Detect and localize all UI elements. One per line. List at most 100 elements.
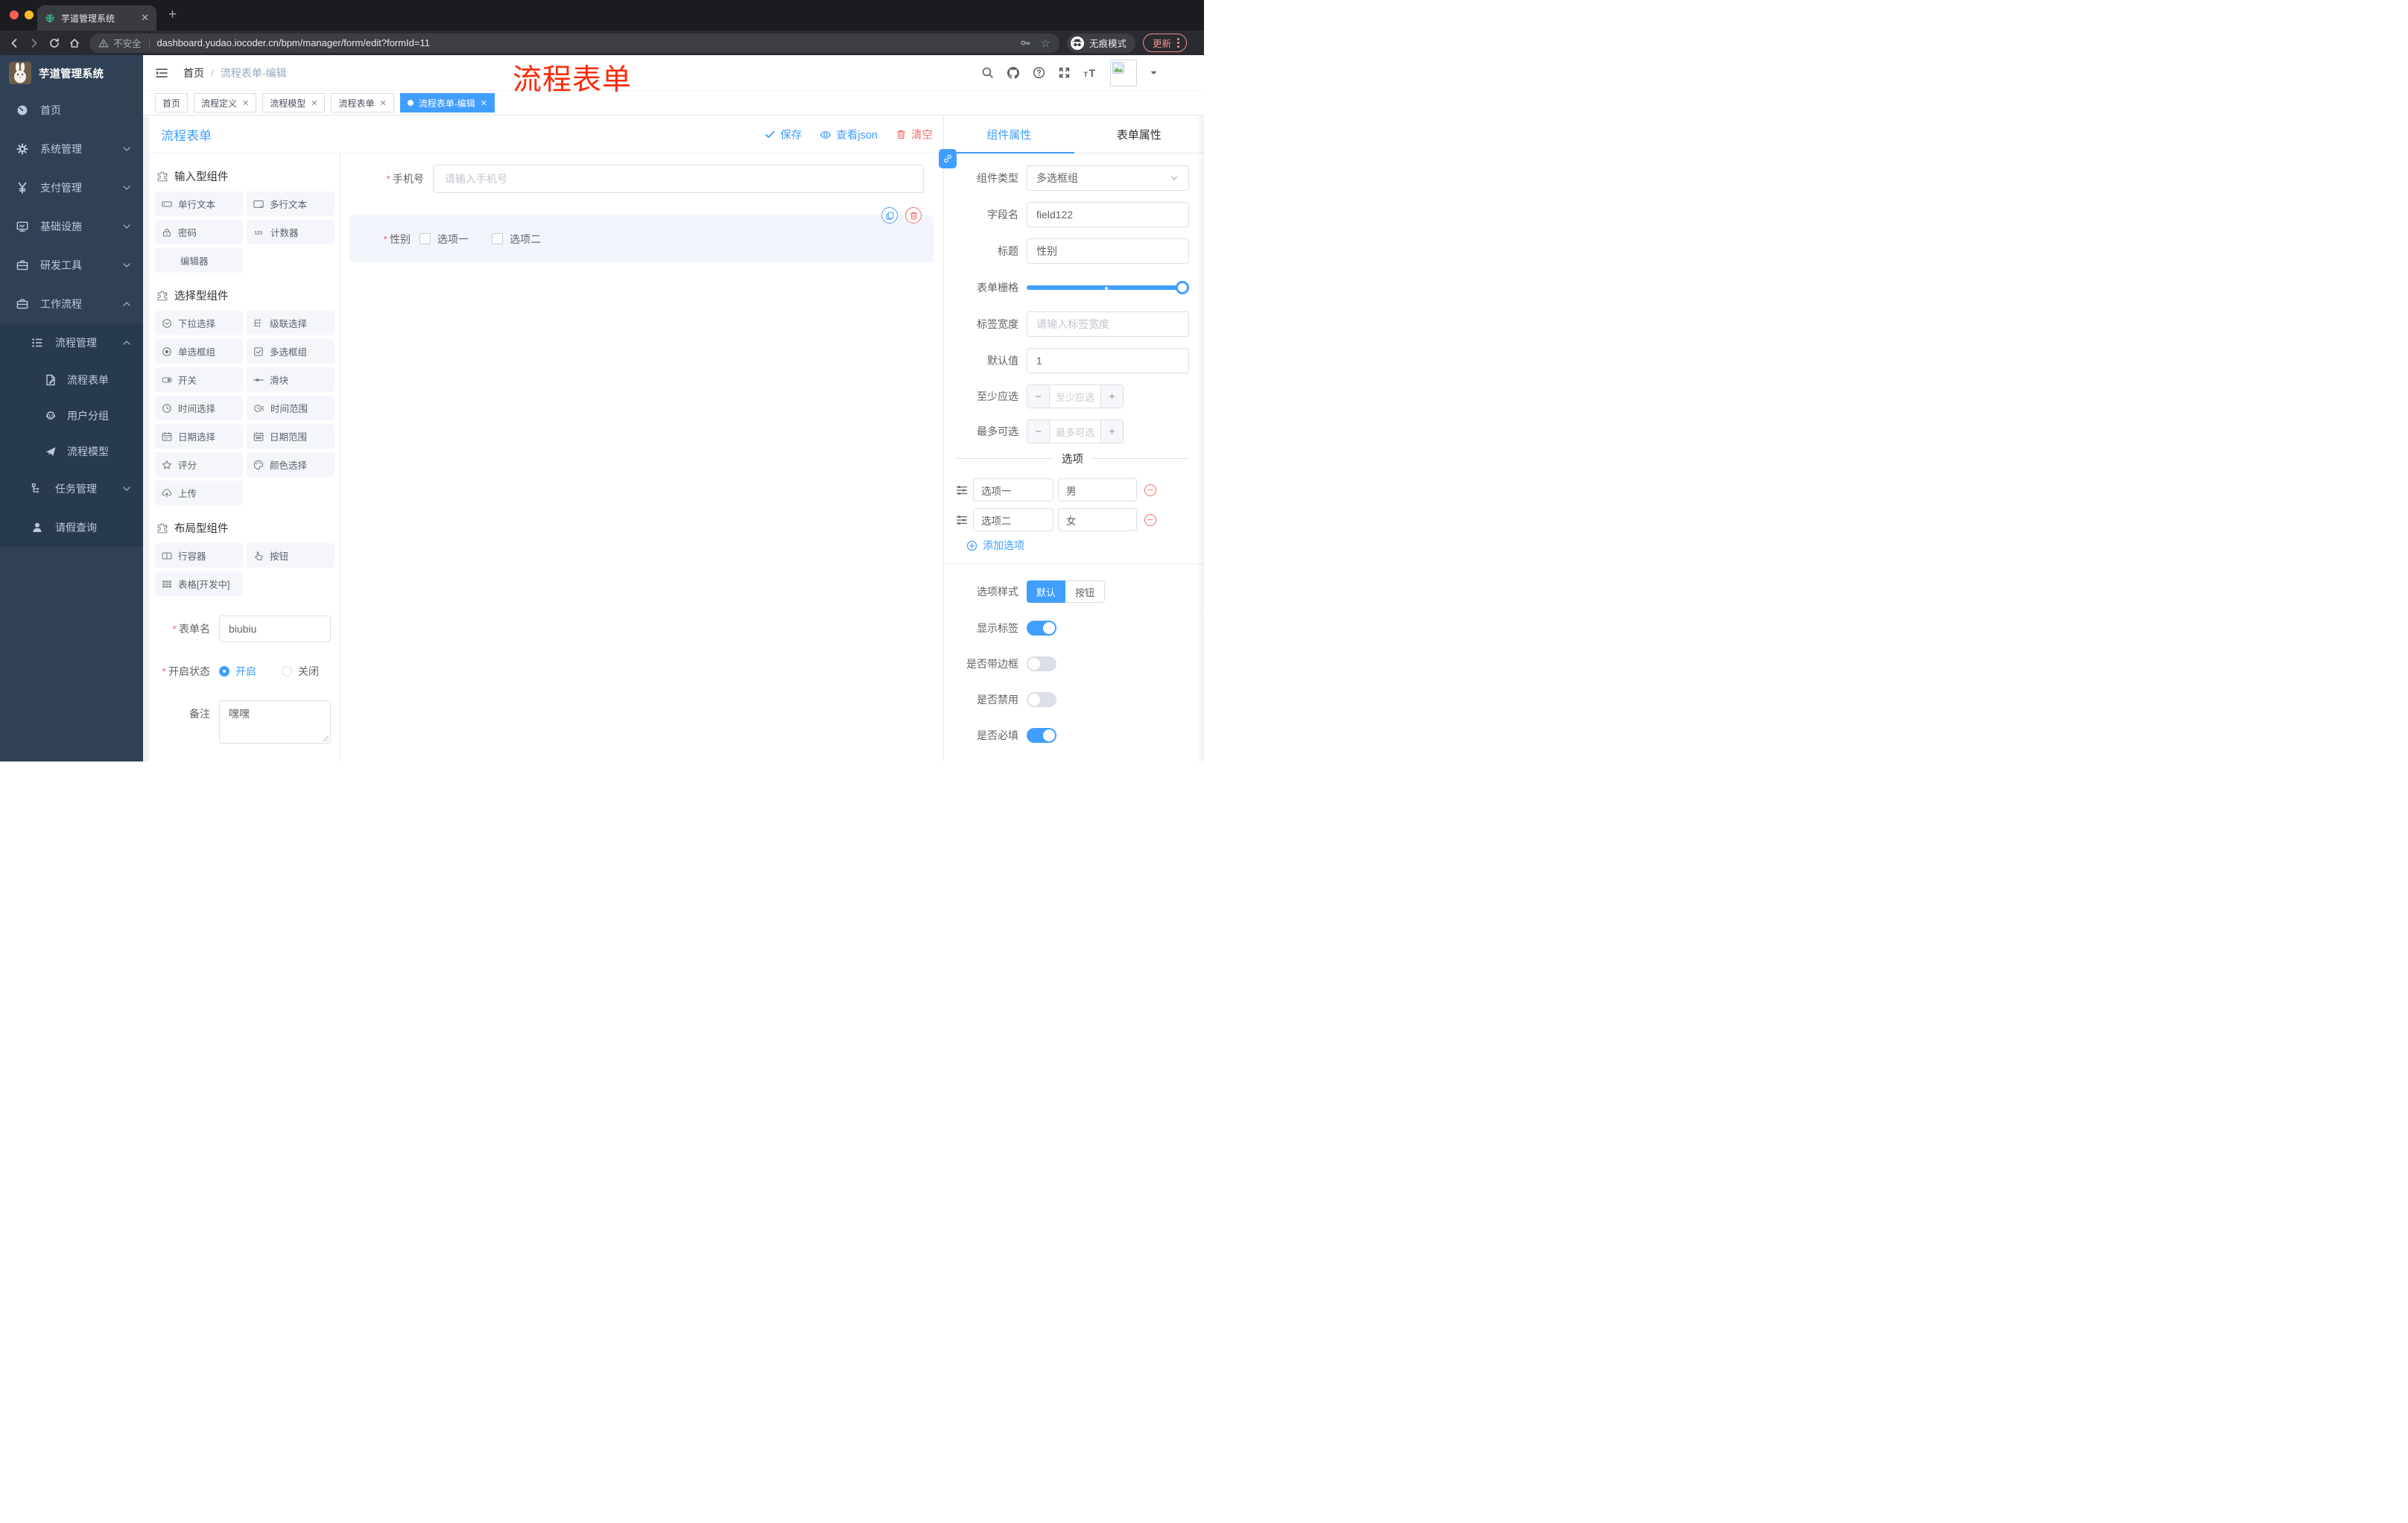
palette-item-password[interactable]: 密码 (155, 220, 243, 244)
sidebar-item-process-form[interactable]: 流程表单 (0, 362, 143, 398)
add-option-button[interactable]: 添加选项 (966, 538, 1189, 553)
radio-off-icon[interactable] (282, 666, 292, 677)
radio-on-icon[interactable] (219, 666, 229, 677)
gender-option-2[interactable]: 选项二 (492, 232, 541, 247)
tag-process-definition[interactable]: 流程定义 ✕ (194, 93, 257, 113)
sidebar-item-devtools[interactable]: 研发工具 (0, 246, 143, 285)
field-name-input[interactable]: field122 (1027, 202, 1189, 227)
back-icon[interactable] (8, 37, 20, 49)
tab-close-icon[interactable]: ✕ (141, 12, 149, 24)
min-select-stepper[interactable]: − 至少应选 + (1027, 384, 1124, 408)
max-select-stepper[interactable]: − 最多可选 + (1027, 419, 1124, 443)
canvas-field-phone[interactable]: * 手机号 请输入手机号 (363, 165, 924, 193)
form-name-input[interactable]: biubiu (219, 615, 331, 642)
palette-item-rate[interactable]: 评分 (155, 452, 243, 477)
tag-home[interactable]: 首页 (155, 93, 188, 113)
help-icon[interactable] (1033, 66, 1045, 79)
palette-item-button[interactable]: 按钮 (247, 543, 335, 568)
form-grid-slider[interactable] (1027, 275, 1189, 300)
palette-item-radio-group[interactable]: 单选框组 (155, 339, 243, 364)
minus-icon[interactable]: − (1027, 420, 1049, 443)
palette-item-date-range[interactable]: 日期范围 (247, 424, 335, 449)
browser-menu-icon[interactable] (1177, 38, 1180, 48)
disabled-toggle[interactable] (1027, 692, 1056, 707)
close-icon[interactable]: ✕ (380, 98, 387, 108)
palette-item-counter[interactable]: 计数器 (247, 220, 335, 244)
show-label-toggle[interactable] (1027, 621, 1056, 636)
home-icon[interactable] (69, 37, 80, 49)
palette-item-color[interactable]: 颜色选择 (247, 452, 335, 477)
palette-item-slider[interactable]: 滑块 (247, 367, 335, 392)
required-toggle[interactable] (1027, 728, 1056, 743)
sidebar-item-system[interactable]: 系统管理 (0, 130, 143, 168)
view-json-button[interactable]: 查看json (820, 127, 878, 142)
palette-item-table[interactable]: 表格[开发中] (155, 571, 243, 596)
canvas-field-gender-selected[interactable]: * 性别 选项一 选项二 (349, 207, 934, 262)
drag-handle-icon[interactable] (956, 514, 968, 526)
minus-icon[interactable]: − (1027, 385, 1049, 408)
reload-icon[interactable] (48, 37, 60, 49)
palette-item-select[interactable]: 下拉选择 (155, 311, 243, 335)
palette-item-time-range[interactable]: 时间范围 (247, 396, 335, 420)
component-type-select[interactable]: 多选框组 (1027, 165, 1189, 191)
font-size-icon[interactable] (1083, 67, 1097, 79)
sidebar-item-infra[interactable]: 基础设施 (0, 207, 143, 246)
sidebar-item-process-mgmt[interactable]: 流程管理 (0, 323, 143, 362)
plus-icon[interactable]: + (1101, 420, 1123, 443)
checkbox-icon[interactable] (492, 233, 503, 244)
tag-process-form-edit[interactable]: 流程表单-编辑 ✕ (399, 93, 495, 113)
tag-process-form[interactable]: 流程表单 ✕ (331, 93, 394, 113)
password-key-icon[interactable] (1020, 37, 1031, 48)
option-label-input[interactable]: 选项一 (973, 478, 1054, 501)
minimize-window-button[interactable] (25, 10, 34, 19)
palette-item-row-container[interactable]: 行容器 (155, 543, 243, 568)
phone-input[interactable]: 请输入手机号 (433, 165, 924, 193)
address-bar[interactable]: 不安全 dashboard.yudao.iocoder.cn/bpm/manag… (89, 33, 1059, 53)
tab-form-props[interactable]: 表单属性 (1074, 116, 1205, 153)
external-link-tab[interactable] (939, 149, 957, 168)
sidebar-item-leave-query[interactable]: 请假查询 (0, 508, 143, 547)
close-icon[interactable]: ✕ (311, 98, 317, 108)
label-width-input[interactable]: 请输入标签宽度 (1027, 311, 1189, 337)
forward-icon[interactable] (28, 37, 40, 49)
border-toggle[interactable] (1027, 656, 1056, 671)
caret-down-icon[interactable] (1150, 70, 1158, 76)
sidebar-item-task-mgmt[interactable]: 任务管理 (0, 469, 143, 508)
remove-option-button[interactable]: − (1144, 484, 1156, 496)
browser-update-button[interactable]: 更新 (1143, 34, 1188, 52)
form-remark-textarea[interactable]: 嘿嘿 (219, 700, 331, 744)
palette-item-switch[interactable]: 开关 (155, 367, 243, 392)
style-default-button[interactable]: 默认 (1027, 580, 1066, 603)
tab-component-props[interactable]: 组件属性 (944, 116, 1074, 153)
fullscreen-icon[interactable] (1058, 66, 1071, 79)
sidebar-item-workflow[interactable]: 工作流程 (0, 285, 143, 323)
sidebar-item-process-model[interactable]: 流程模型 (0, 434, 143, 469)
user-avatar[interactable] (1110, 59, 1137, 86)
bookmark-star-icon[interactable]: ☆ (1041, 37, 1051, 50)
slider-handle[interactable] (1176, 281, 1189, 294)
palette-item-upload[interactable]: 上传 (155, 481, 243, 505)
status-off-label[interactable]: 关闭 (298, 664, 319, 679)
palette-item-checkbox-group[interactable]: 多选框组 (247, 339, 335, 364)
palette-item-single-text[interactable]: 单行文本 (155, 191, 243, 216)
close-window-button[interactable] (10, 10, 19, 19)
search-icon[interactable] (981, 66, 994, 79)
new-tab-button[interactable]: + (168, 7, 177, 23)
sidebar-item-user-group[interactable]: 用户分组 (0, 398, 143, 434)
default-value-input[interactable]: 1 (1027, 348, 1189, 373)
remove-option-button[interactable]: − (1144, 513, 1156, 526)
palette-item-date[interactable]: 日期选择 (155, 424, 243, 449)
delete-component-button[interactable] (905, 207, 922, 224)
checkbox-icon[interactable] (419, 233, 431, 244)
save-button[interactable]: 保存 (764, 127, 802, 142)
duplicate-component-button[interactable] (881, 207, 898, 224)
close-icon[interactable]: ✕ (481, 98, 487, 108)
palette-item-cascader[interactable]: 级联选择 (247, 311, 335, 335)
gender-option-1[interactable]: 选项一 (419, 232, 469, 247)
breadcrumb-home[interactable]: 首页 (183, 66, 204, 80)
option-value-input[interactable]: 女 (1058, 508, 1137, 531)
hamburger-icon[interactable] (155, 67, 168, 79)
close-icon[interactable]: ✕ (242, 98, 249, 108)
palette-item-time[interactable]: 时间选择 (155, 396, 243, 420)
sidebar-item-home[interactable]: 首页 (0, 91, 143, 130)
